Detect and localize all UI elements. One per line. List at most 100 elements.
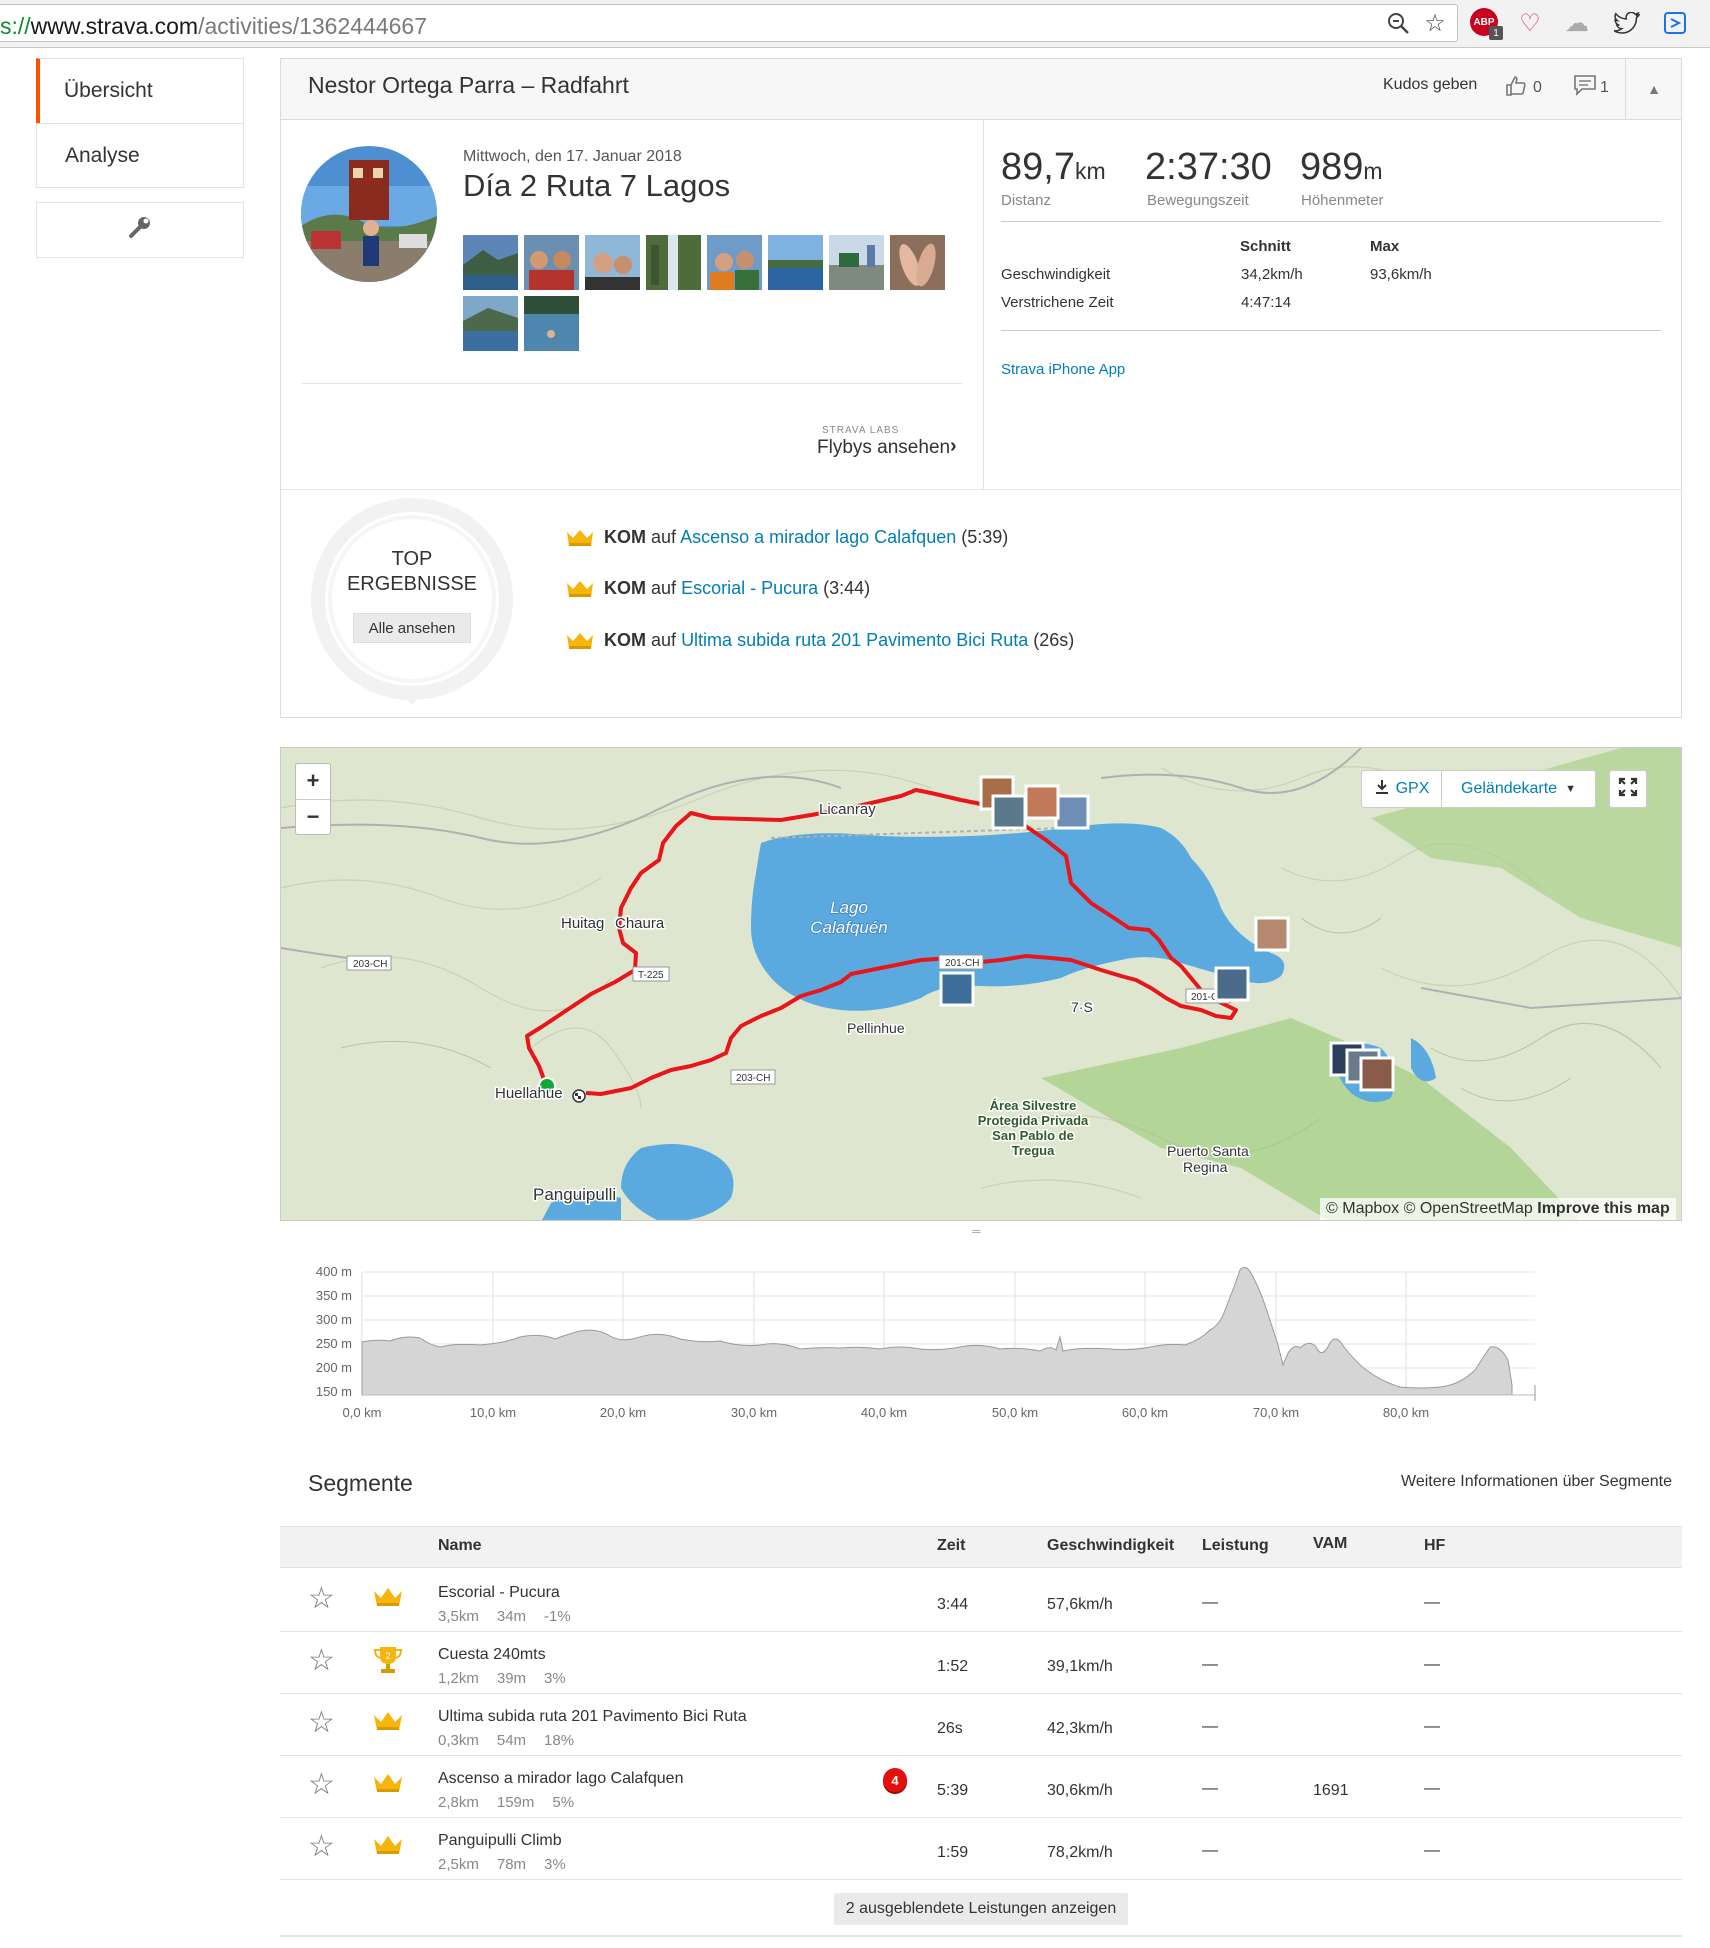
activity-photo[interactable]: [707, 235, 762, 290]
elevation-number: 989: [1300, 146, 1364, 188]
segment-dist: 2,8km: [438, 1794, 479, 1811]
star-icon[interactable]: ☆: [308, 1643, 335, 1678]
activity-photo[interactable]: [829, 235, 884, 290]
stats-divider: [1001, 330, 1661, 331]
kom-crown-icon: [567, 632, 593, 649]
map-attribution-text[interactable]: © Mapbox © OpenStreetMap: [1326, 1200, 1533, 1217]
thumbs-up-icon[interactable]: [1504, 74, 1528, 104]
segments-title: Segmente: [308, 1470, 413, 1496]
activity-photo[interactable]: [585, 235, 640, 290]
segment-speed: 30,6km/h: [1047, 1782, 1113, 1799]
activity-photo[interactable]: [768, 235, 823, 290]
address-bar[interactable]: s://www.strava.com/activities/1362444667: [0, 4, 1458, 42]
x-tick-label: 60,0 km: [1122, 1405, 1168, 1420]
show-hidden-efforts-button[interactable]: 2 ausgeblendete Leistungen anzeigen: [834, 1893, 1128, 1925]
segment-name[interactable]: Panguipulli Climb: [438, 1832, 562, 1850]
star-icon[interactable]: ☆: [308, 1767, 335, 1802]
star-icon[interactable]: ☆: [308, 1705, 335, 1740]
activity-photo[interactable]: [890, 235, 945, 290]
improve-map-link[interactable]: Improve this map: [1537, 1200, 1669, 1217]
fullscreen-button[interactable]: [1609, 770, 1647, 808]
segment-time: 1:52: [937, 1658, 969, 1675]
sidebar-item-label: Analyse: [65, 143, 140, 167]
twitter-icon[interactable]: [1612, 8, 1642, 38]
zoom-icon[interactable]: [1383, 8, 1413, 38]
kom-crown-icon: [372, 1833, 404, 1862]
flybys-link[interactable]: Flybys ansehen: [817, 437, 950, 459]
collapse-button[interactable]: ▲: [1625, 58, 1682, 120]
segment-name[interactable]: Cuesta 240mts: [438, 1646, 546, 1664]
distance-value: 89,7km: [1001, 146, 1106, 189]
kom-prefix: auf: [651, 578, 677, 598]
segment-grade: 18%: [544, 1732, 575, 1749]
segment-speed: 39,1km/h: [1047, 1658, 1113, 1675]
segment-speed: 57,6km/h: [1047, 1596, 1113, 1613]
col-time[interactable]: Zeit: [937, 1537, 965, 1555]
url-text[interactable]: s://www.strava.com/activities/1362444667: [0, 13, 427, 40]
activity-photo[interactable]: [463, 296, 518, 351]
col-name[interactable]: Name: [438, 1537, 482, 1555]
zoom-out-button[interactable]: −: [296, 800, 330, 834]
athlete-avatar[interactable]: [301, 146, 437, 282]
activity-photo[interactable]: [524, 296, 579, 351]
col-power[interactable]: Leistung: [1202, 1537, 1269, 1555]
elapsed-time-label: Verstrichene Zeit: [1001, 294, 1114, 311]
kom-crown-icon: [567, 529, 593, 546]
zoom-in-button[interactable]: +: [296, 764, 330, 798]
gpx-download-button[interactable]: GPX: [1362, 771, 1442, 807]
sidebar-item-overview[interactable]: Übersicht: [36, 58, 244, 124]
bookmark-star-icon[interactable]: ☆: [1420, 8, 1450, 38]
star-icon[interactable]: ☆: [308, 1581, 335, 1616]
route-map[interactable]: 203-CH T-225 201-CH 203-CH 201-CH Huitag…: [280, 747, 1682, 1221]
speed-avg: 34,2km/h: [1241, 266, 1303, 283]
segment-name[interactable]: Escorial - Pucura: [438, 1584, 560, 1602]
activity-photo[interactable]: [463, 235, 518, 290]
map-place-label: Chaura: [615, 915, 665, 932]
chevron-right-icon[interactable]: ›: [950, 435, 957, 458]
kom-crown-icon: [372, 1771, 404, 1800]
stats-divider: [1001, 221, 1661, 222]
x-tick-label: 70,0 km: [1253, 1405, 1299, 1420]
device-link[interactable]: Strava iPhone App: [1001, 361, 1125, 378]
kudos-button[interactable]: Kudos geben: [1383, 76, 1477, 94]
map-type-dropdown[interactable]: Geländekarte ▼: [1442, 771, 1595, 807]
segment-hr: —: [1424, 1594, 1440, 1611]
x-tick-label: 30,0 km: [731, 1405, 777, 1420]
segment-link[interactable]: Ascenso a mirador lago Calafquen: [680, 527, 956, 547]
map-place-label: Huellahue: [495, 1085, 563, 1102]
map-area-label: San Pablo de: [992, 1128, 1074, 1143]
caret-up-icon: ▲: [1647, 81, 1661, 97]
segment-hr: —: [1424, 1842, 1440, 1859]
heart-extension-icon[interactable]: ♡: [1515, 8, 1545, 38]
activity-photo[interactable]: [524, 235, 579, 290]
distance-unit: km: [1074, 158, 1106, 184]
elevation-chart[interactable]: 400 m 350 m 300 m 250 m 200 m 150 m 0,0 …: [280, 1235, 1682, 1435]
segment-elev: 34m: [496, 1608, 527, 1625]
sidebar-item-tools[interactable]: [36, 202, 244, 258]
segment-link[interactable]: Ultima subida ruta 201 Pavimento Bici Ru…: [681, 630, 1028, 650]
segments-info-link[interactable]: Weitere Informationen über Segmente: [1401, 1473, 1672, 1491]
cloud-extension-icon[interactable]: ☁: [1562, 8, 1592, 38]
segment-vam: 1691: [1313, 1782, 1349, 1799]
see-all-button[interactable]: Alle ansehen: [353, 613, 471, 643]
comment-icon[interactable]: [1573, 74, 1597, 102]
y-tick-label: 150 m: [316, 1384, 352, 1399]
col-vam[interactable]: VAM: [1313, 1535, 1347, 1553]
extension-icon[interactable]: [1660, 8, 1690, 38]
activity-title: Nestor Ortega Parra – Radfahrt: [308, 72, 629, 98]
star-icon[interactable]: ☆: [308, 1829, 335, 1864]
col-speed[interactable]: Geschwindigkeit: [1047, 1537, 1174, 1555]
top-results-title: TOP ERGEBNISSE: [330, 547, 494, 597]
map-road-shield: 203-CH: [736, 1073, 770, 1084]
kom-time: (26s): [1033, 630, 1075, 650]
x-tick-label: 20,0 km: [600, 1405, 646, 1420]
col-hr[interactable]: HF: [1424, 1537, 1445, 1555]
sidebar-item-analysis[interactable]: Analyse: [36, 123, 244, 188]
kom-prefix: auf: [651, 527, 677, 547]
segment-name[interactable]: Ascenso a mirador lago Calafquen: [438, 1770, 683, 1788]
segment-link[interactable]: Escorial - Pucura: [681, 578, 818, 598]
activity-photo[interactable]: [646, 235, 701, 290]
segment-name[interactable]: Ultima subida ruta 201 Pavimento Bici Ru…: [438, 1708, 747, 1726]
download-icon: [1374, 779, 1390, 800]
segment-dist: 3,5km: [438, 1608, 479, 1625]
